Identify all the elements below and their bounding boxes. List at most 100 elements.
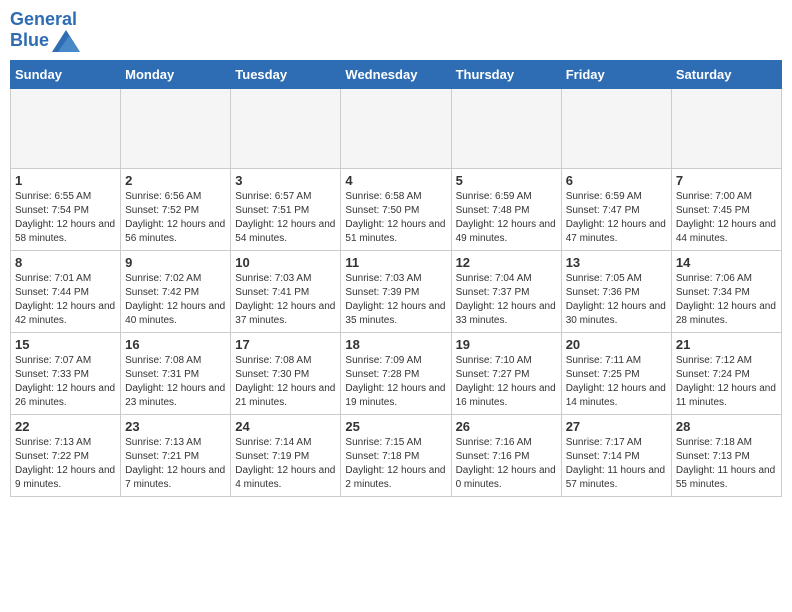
calendar-cell: 12 Sunrise: 7:04 AMSunset: 7:37 PMDayligh… <box>451 250 561 332</box>
day-number: 26 <box>456 419 557 434</box>
calendar-cell: 13 Sunrise: 7:05 AMSunset: 7:36 PMDayligh… <box>561 250 671 332</box>
day-number: 7 <box>676 173 777 188</box>
calendar-week-row: 8 Sunrise: 7:01 AMSunset: 7:44 PMDaylight… <box>11 250 782 332</box>
calendar-week-row: 22 Sunrise: 7:13 AMSunset: 7:22 PMDayligh… <box>11 414 782 496</box>
day-number: 24 <box>235 419 336 434</box>
cell-info: Sunrise: 6:59 AMSunset: 7:47 PMDaylight:… <box>566 190 667 246</box>
calendar-cell: 11 Sunrise: 7:03 AMSunset: 7:39 PMDayligh… <box>341 250 451 332</box>
cell-info: Sunrise: 7:01 AMSunset: 7:44 PMDaylight:… <box>15 272 116 328</box>
calendar-cell <box>341 88 451 168</box>
day-number: 3 <box>235 173 336 188</box>
calendar-cell: 1 Sunrise: 6:55 AMSunset: 7:54 PMDaylight… <box>11 168 121 250</box>
day-of-week-header: Wednesday <box>341 60 451 88</box>
day-number: 19 <box>456 337 557 352</box>
cell-info: Sunrise: 7:18 AMSunset: 7:13 PMDaylight:… <box>676 436 777 492</box>
calendar-cell: 26 Sunrise: 7:16 AMSunset: 7:16 PMDayligh… <box>451 414 561 496</box>
calendar-cell <box>231 88 341 168</box>
logo: General Blue <box>10 10 80 52</box>
cell-info: Sunrise: 7:03 AMSunset: 7:41 PMDaylight:… <box>235 272 336 328</box>
calendar-cell <box>451 88 561 168</box>
day-number: 8 <box>15 255 116 270</box>
day-number: 13 <box>566 255 667 270</box>
calendar-cell: 17 Sunrise: 7:08 AMSunset: 7:30 PMDayligh… <box>231 332 341 414</box>
cell-info: Sunrise: 7:15 AMSunset: 7:18 PMDaylight:… <box>345 436 446 492</box>
calendar-cell: 27 Sunrise: 7:17 AMSunset: 7:14 PMDayligh… <box>561 414 671 496</box>
day-of-week-header: Saturday <box>671 60 781 88</box>
cell-info: Sunrise: 7:00 AMSunset: 7:45 PMDaylight:… <box>676 190 777 246</box>
calendar-cell: 2Sunrise: 6:56 AMSunset: 7:52 PMDaylight… <box>121 168 231 250</box>
calendar-cell: 22 Sunrise: 7:13 AMSunset: 7:22 PMDayligh… <box>11 414 121 496</box>
calendar-cell: 10Sunrise: 7:03 AMSunset: 7:41 PMDayligh… <box>231 250 341 332</box>
calendar-cell <box>561 88 671 168</box>
calendar-cell: 7 Sunrise: 7:00 AMSunset: 7:45 PMDaylight… <box>671 168 781 250</box>
cell-info: Sunrise: 7:05 AMSunset: 7:36 PMDaylight:… <box>566 272 667 328</box>
cell-info: Sunrise: 7:09 AMSunset: 7:28 PMDaylight:… <box>345 354 446 410</box>
calendar-cell: 16 Sunrise: 7:08 AMSunset: 7:31 PMDayligh… <box>121 332 231 414</box>
cell-info: Sunrise: 7:03 AMSunset: 7:39 PMDaylight:… <box>345 272 446 328</box>
day-number: 20 <box>566 337 667 352</box>
day-number: 12 <box>456 255 557 270</box>
calendar-cell: 14 Sunrise: 7:06 AMSunset: 7:34 PMDayligh… <box>671 250 781 332</box>
cell-info: Sunrise: 7:11 AMSunset: 7:25 PMDaylight:… <box>566 354 667 410</box>
calendar-header-row: SundayMondayTuesdayWednesdayThursdayFrid… <box>11 60 782 88</box>
cell-info: Sunrise: 7:17 AMSunset: 7:14 PMDaylight:… <box>566 436 667 492</box>
cell-info: Sunrise: 7:02 AMSunset: 7:42 PMDaylight:… <box>125 272 226 328</box>
cell-info: Sunrise: 7:10 AMSunset: 7:27 PMDaylight:… <box>456 354 557 410</box>
cell-info: Sunrise: 6:59 AMSunset: 7:48 PMDaylight:… <box>456 190 557 246</box>
day-of-week-header: Thursday <box>451 60 561 88</box>
logo-text: General <box>10 10 80 30</box>
cell-info: Sunrise: 6:58 AMSunset: 7:50 PMDaylight:… <box>345 190 446 246</box>
calendar-cell: 21 Sunrise: 7:12 AMSunset: 7:24 PMDayligh… <box>671 332 781 414</box>
day-number: 27 <box>566 419 667 434</box>
calendar-cell: 20 Sunrise: 7:11 AMSunset: 7:25 PMDayligh… <box>561 332 671 414</box>
calendar-week-row: 15 Sunrise: 7:07 AMSunset: 7:33 PMDayligh… <box>11 332 782 414</box>
day-number: 18 <box>345 337 446 352</box>
day-number: 28 <box>676 419 777 434</box>
cell-info: Sunrise: 7:12 AMSunset: 7:24 PMDaylight:… <box>676 354 777 410</box>
calendar-cell: 23 Sunrise: 7:13 AMSunset: 7:21 PMDayligh… <box>121 414 231 496</box>
day-number: 23 <box>125 419 226 434</box>
logo-icon <box>52 30 80 52</box>
calendar-cell <box>121 88 231 168</box>
calendar-cell: 18 Sunrise: 7:09 AMSunset: 7:28 PMDayligh… <box>341 332 451 414</box>
cell-info: Sunrise: 7:13 AMSunset: 7:21 PMDaylight:… <box>125 436 226 492</box>
calendar-cell: 28 Sunrise: 7:18 AMSunset: 7:13 PMDayligh… <box>671 414 781 496</box>
cell-info: Sunrise: 7:16 AMSunset: 7:16 PMDaylight:… <box>456 436 557 492</box>
day-number: 14 <box>676 255 777 270</box>
day-of-week-header: Tuesday <box>231 60 341 88</box>
cell-info: Sunrise: 7:13 AMSunset: 7:22 PMDaylight:… <box>15 436 116 492</box>
day-number: 5 <box>456 173 557 188</box>
calendar-cell: 19 Sunrise: 7:10 AMSunset: 7:27 PMDayligh… <box>451 332 561 414</box>
calendar-body: 1 Sunrise: 6:55 AMSunset: 7:54 PMDaylight… <box>11 88 782 496</box>
day-number: 17 <box>235 337 336 352</box>
calendar-cell: 25 Sunrise: 7:15 AMSunset: 7:18 PMDayligh… <box>341 414 451 496</box>
day-number: 15 <box>15 337 116 352</box>
day-number: 21 <box>676 337 777 352</box>
logo-text-blue: Blue <box>10 31 49 51</box>
cell-info: Sunrise: 7:14 AMSunset: 7:19 PMDaylight:… <box>235 436 336 492</box>
day-of-week-header: Monday <box>121 60 231 88</box>
calendar-week-row <box>11 88 782 168</box>
cell-info: Sunrise: 6:57 AMSunset: 7:51 PMDaylight:… <box>235 190 336 246</box>
cell-info: Sunrise: 7:06 AMSunset: 7:34 PMDaylight:… <box>676 272 777 328</box>
cell-info: Sunrise: 7:08 AMSunset: 7:30 PMDaylight:… <box>235 354 336 410</box>
cell-info: Sunrise: 6:55 AMSunset: 7:54 PMDaylight:… <box>15 190 116 246</box>
calendar-cell <box>11 88 121 168</box>
day-number: 22 <box>15 419 116 434</box>
day-number: 16 <box>125 337 226 352</box>
day-number: 25 <box>345 419 446 434</box>
cell-info: Sunrise: 7:04 AMSunset: 7:37 PMDaylight:… <box>456 272 557 328</box>
cell-info: Sunrise: 7:07 AMSunset: 7:33 PMDaylight:… <box>15 354 116 410</box>
calendar-cell: 6Sunrise: 6:59 AMSunset: 7:47 PMDaylight… <box>561 168 671 250</box>
calendar-week-row: 1 Sunrise: 6:55 AMSunset: 7:54 PMDaylight… <box>11 168 782 250</box>
day-number: 11 <box>345 255 446 270</box>
calendar-cell <box>671 88 781 168</box>
day-number: 9 <box>125 255 226 270</box>
page-header: General Blue <box>10 10 782 52</box>
day-number: 1 <box>15 173 116 188</box>
cell-info: Sunrise: 7:08 AMSunset: 7:31 PMDaylight:… <box>125 354 226 410</box>
calendar-cell: 24 Sunrise: 7:14 AMSunset: 7:19 PMDayligh… <box>231 414 341 496</box>
calendar-cell: 5 Sunrise: 6:59 AMSunset: 7:48 PMDaylight… <box>451 168 561 250</box>
calendar-cell: 4Sunrise: 6:58 AMSunset: 7:50 PMDaylight… <box>341 168 451 250</box>
cell-info: Sunrise: 6:56 AMSunset: 7:52 PMDaylight:… <box>125 190 226 246</box>
